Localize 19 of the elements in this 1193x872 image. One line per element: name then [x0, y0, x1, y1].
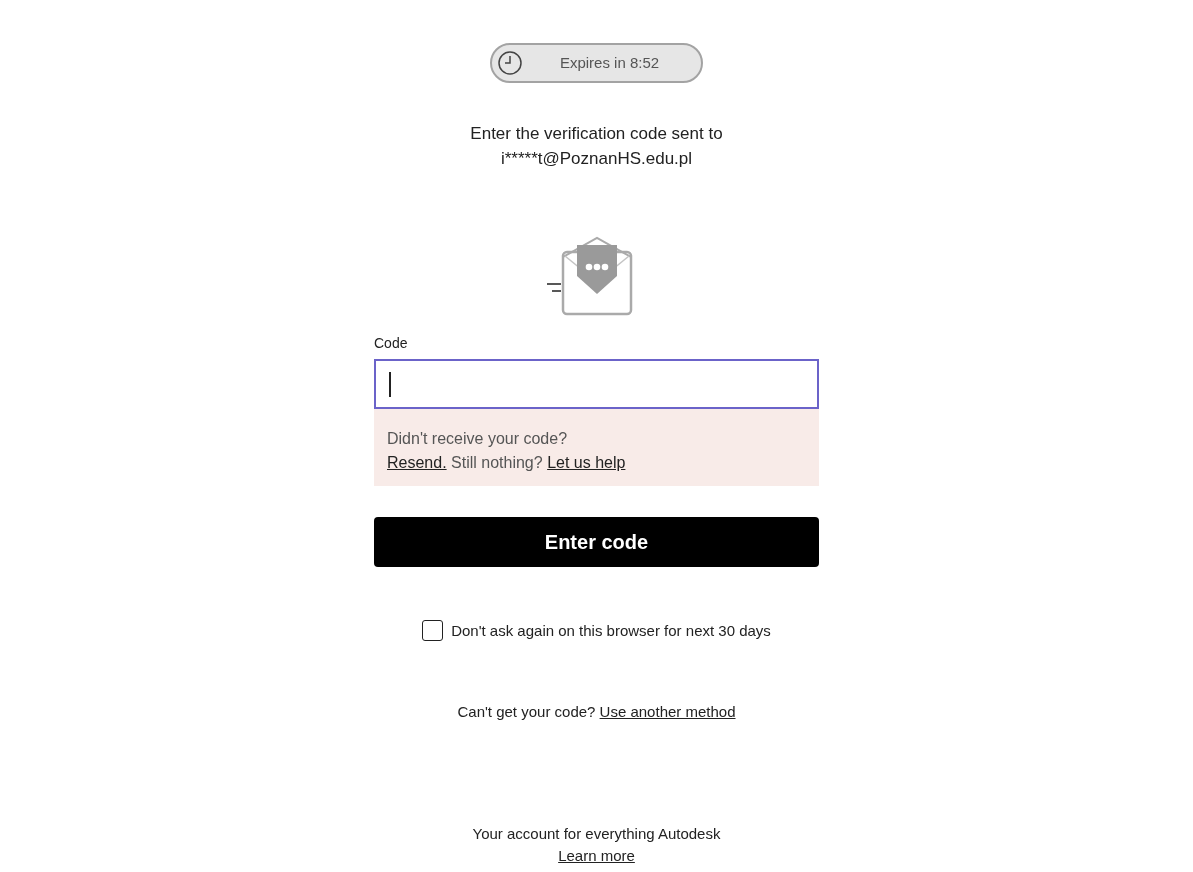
- text-cursor: [389, 371, 391, 397]
- expiry-text: Expires in 8:52: [558, 52, 661, 73]
- help-question: Didn't receive your code?: [387, 429, 569, 449]
- alt-method-text: Can't get your code? Use another method: [457, 702, 736, 722]
- remember-checkbox[interactable]: [422, 620, 444, 641]
- footer-text: Your account for everything Autodesk: [472, 824, 721, 844]
- learn-more-link[interactable]: Learn more: [558, 846, 635, 866]
- resend-link[interactable]: Resend.: [387, 454, 447, 471]
- enter-code-button[interactable]: Enter code: [374, 517, 819, 567]
- help-text: Resend. Still nothing? Let us help: [387, 453, 627, 473]
- help-link[interactable]: Let us help: [547, 454, 626, 471]
- another-method-link[interactable]: Use another method: [599, 703, 736, 720]
- prompt-text: i*****t@PoznanHS.edu.pl: [500, 148, 693, 170]
- clock-icon: [498, 51, 522, 75]
- code-input[interactable]: [374, 359, 819, 409]
- envelope-message-icon: [546, 236, 634, 316]
- code-label: Code: [374, 334, 408, 352]
- remember-label: Don't ask again on this browser for next 30 days: [451, 620, 771, 641]
- prompt-text: Enter the verification code sent to: [470, 123, 723, 145]
